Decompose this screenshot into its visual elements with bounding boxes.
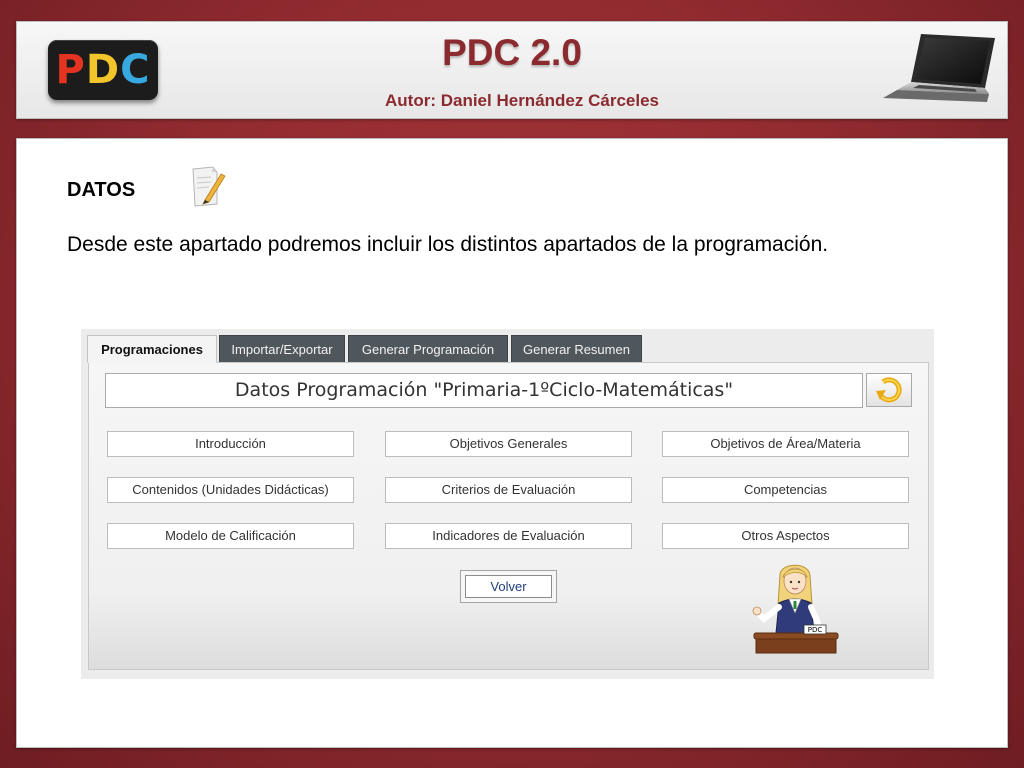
option-modelo-calificacion[interactable]: Modelo de Calificación (107, 523, 354, 549)
programming-title: Datos Programación "Primaria-1ºCiclo-Mat… (105, 373, 863, 408)
option-introduccion[interactable]: Introducción (107, 431, 354, 457)
app-window-screenshot: Programaciones Importar/Exportar Generar… (81, 329, 934, 679)
option-objetivos-generales[interactable]: Objetivos Generales (385, 431, 632, 457)
option-objetivos-area-materia[interactable]: Objetivos de Área/Materia (662, 431, 909, 457)
section-title: DATOS (67, 179, 136, 201)
option-indicadores-evaluacion[interactable]: Indicadores de Evaluación (385, 523, 632, 549)
slide-content: DATOS Desde este apartado podremos inclu… (16, 138, 1008, 748)
option-competencias[interactable]: Competencias (662, 477, 909, 503)
refresh-arrow-icon (876, 377, 902, 403)
tab-generar-programacion[interactable]: Generar Programación (348, 335, 508, 363)
slide-header: PDC PDC 2.0 Autor: Daniel Hernández Cárc… (16, 21, 1008, 119)
tab-importar-exportar[interactable]: Importar/Exportar (219, 335, 345, 363)
tab-programaciones[interactable]: Programaciones (87, 335, 217, 363)
programaciones-panel: Datos Programación "Primaria-1ºCiclo-Mat… (88, 362, 929, 670)
option-contenidos[interactable]: Contenidos (Unidades Didácticas) (107, 477, 354, 503)
back-button[interactable]: Volver (465, 575, 552, 598)
option-criterios-evaluacion[interactable]: Criterios de Evaluación (385, 477, 632, 503)
teacher-illustration: PDC (752, 564, 839, 654)
back-button-frame: Volver (460, 570, 557, 603)
laptop-icon (883, 34, 995, 102)
desk-sign-text: PDC (808, 626, 823, 634)
option-otros-aspectos[interactable]: Otros Aspectos (662, 523, 909, 549)
document-pencil-icon (192, 166, 226, 207)
refresh-button[interactable] (866, 373, 912, 407)
tab-generar-resumen[interactable]: Generar Resumen (511, 335, 642, 363)
app-title: PDC 2.0 (442, 32, 582, 73)
app-author: Autor: Daniel Hernández Cárceles (385, 91, 659, 110)
description-text: Desde este apartado podremos incluir los… (67, 233, 829, 256)
